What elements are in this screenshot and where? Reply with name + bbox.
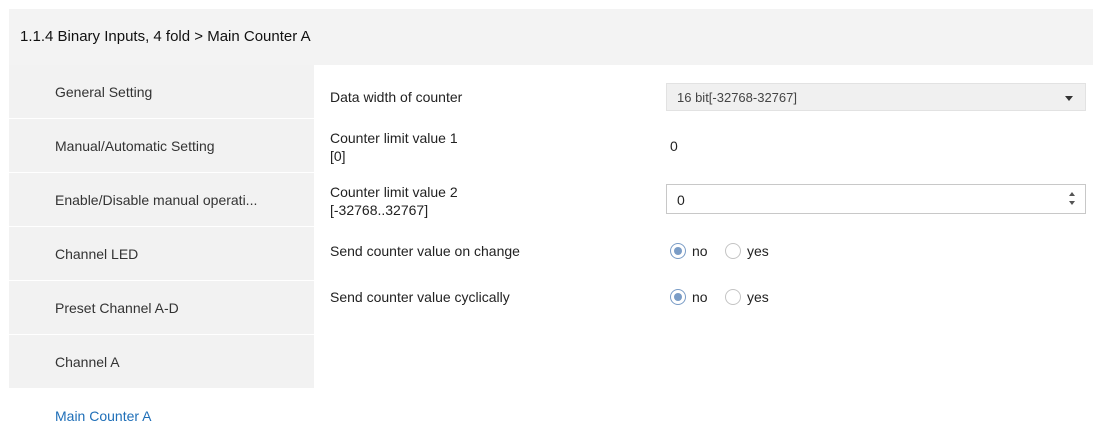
param-range: [-32768..32767] [330,202,429,218]
chevron-down-icon [1065,96,1073,101]
sidebar-item-main-counter-a[interactable]: Main Counter A [9,389,314,443]
param-label: Send counter value cyclically [330,289,510,305]
sidebar-item-label: General Setting [55,83,153,100]
title-bar: 1.1.4 Binary Inputs, 4 fold > Main Count… [9,9,1093,65]
sidebar-item-label: Manual/Automatic Setting [55,137,215,154]
sidebar-item-enable-disable-manual[interactable]: Enable/Disable manual operati... [9,173,314,227]
parameter-panel: Data width of counter 16 bit[-32768-3276… [314,65,1093,428]
radio-unchecked-icon [725,243,741,259]
sidebar-item-manual-automatic-setting[interactable]: Manual/Automatic Setting [9,119,314,173]
sidebar: General Setting Manual/Automatic Setting… [9,65,314,443]
arrow-down-icon[interactable] [1069,201,1075,205]
sidebar-item-channel-led[interactable]: Channel LED [9,227,314,281]
sidebar-item-label: Preset Channel A-D [55,299,179,316]
sidebar-item-label: Main Counter A [55,407,152,424]
radio-label: no [692,289,708,305]
radio-label: no [692,243,708,259]
sidebar-item-preset-channel[interactable]: Preset Channel A-D [9,281,314,335]
radio-checked-icon [670,289,686,305]
sidebar-item-general-setting[interactable]: General Setting [9,65,314,119]
param-row-limit2: Counter limit value 2 [-32768..32767] 0 [314,181,1093,221]
radio-no[interactable]: no [670,288,718,308]
param-label-text: Counter limit value 1 [330,130,458,146]
radio-yes[interactable]: yes [725,288,785,308]
sidebar-item-channel-a[interactable]: Channel A [9,335,314,389]
sidebar-item-label: Channel LED [55,245,139,262]
arrow-up-icon[interactable] [1069,192,1075,196]
limit1-value: 0 [670,138,678,154]
sidebar-item-label: Channel A [55,353,120,370]
param-label-text: Counter limit value 2 [330,184,458,200]
radio-no[interactable]: no [670,242,718,262]
param-row-send-on-change: Send counter value on change no yes [314,241,1093,263]
spin-value: 0 [677,192,685,208]
param-row-data-width: Data width of counter 16 bit[-32768-3276… [314,83,1093,111]
param-row-send-cyclic: Send counter value cyclically no yes [314,287,1093,309]
data-width-dropdown[interactable]: 16 bit[-32768-32767] [666,83,1086,111]
spin-buttons [1069,190,1077,208]
param-range: [0] [330,148,346,164]
param-label: Counter limit value 1 [0] [330,129,458,165]
sidebar-item-label: Enable/Disable manual operati... [55,191,258,208]
radio-label: yes [747,243,769,259]
param-label: Counter limit value 2 [-32768..32767] [330,183,458,219]
param-label: Send counter value on change [330,243,520,259]
radio-yes[interactable]: yes [725,242,785,262]
radio-label: yes [747,289,769,305]
param-label: Data width of counter [330,89,463,105]
dropdown-value: 16 bit[-32768-32767] [677,90,797,105]
limit2-spin-input[interactable]: 0 [666,184,1086,214]
page-title: 1.1.4 Binary Inputs, 4 fold > Main Count… [20,28,311,45]
radio-checked-icon [670,243,686,259]
radio-unchecked-icon [725,289,741,305]
param-row-limit1: Counter limit value 1 [0] 0 [314,127,1093,167]
